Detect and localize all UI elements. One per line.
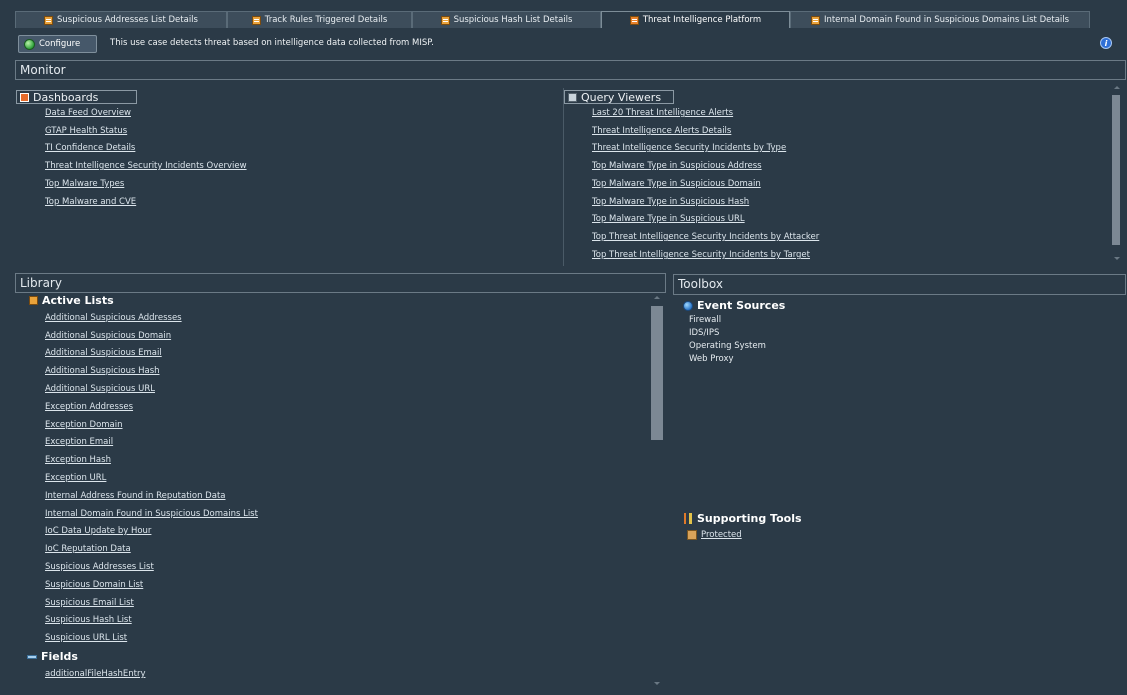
- query-viewer-link[interactable]: Last 20 Threat Intelligence Alerts: [592, 108, 733, 118]
- list-icon: [44, 15, 54, 25]
- query-viewers-header: Query Viewers: [564, 90, 674, 104]
- event-source-item: Operating System: [689, 341, 766, 351]
- dashboard-link[interactable]: Data Feed Overview: [45, 108, 131, 118]
- monitor-scrollbar-thumb[interactable]: [1112, 95, 1120, 245]
- event-source-item: IDS/IPS: [689, 328, 720, 338]
- list-icon: [251, 15, 261, 25]
- toolbox-panel-header: Toolbox: [673, 274, 1126, 295]
- active-list-link[interactable]: Internal Address Found in Reputation Dat…: [45, 491, 225, 501]
- active-list-link[interactable]: Additional Suspicious Email: [45, 348, 162, 358]
- active-list-link[interactable]: Exception Email: [45, 437, 113, 447]
- event-source-item: Web Proxy: [689, 354, 734, 364]
- scroll-down-arrow[interactable]: [1114, 257, 1120, 260]
- scroll-up-arrow[interactable]: [1114, 86, 1120, 89]
- active-list-link[interactable]: Suspicious Addresses List: [45, 562, 154, 572]
- query-viewer-link[interactable]: Top Malware Type in Suspicious URL: [592, 214, 745, 224]
- tab-suspicious-hash-list-details[interactable]: Suspicious Hash List Details: [412, 11, 601, 28]
- scroll-down-arrow[interactable]: [654, 682, 660, 685]
- dashboard-icon: [20, 92, 29, 102]
- use-case-description: This use case detects threat based on in…: [110, 38, 434, 48]
- supporting-tools-icon: [683, 513, 693, 524]
- dashboard-link[interactable]: Top Malware and CVE: [45, 197, 136, 207]
- tab-internal-domain-found-details[interactable]: Internal Domain Found in Suspicious Doma…: [790, 11, 1090, 28]
- library-scrollbar-thumb[interactable]: [651, 306, 663, 440]
- monitor-divider: [563, 88, 564, 266]
- list-icon: [629, 15, 639, 25]
- active-list-link[interactable]: IoC Reputation Data: [45, 544, 131, 554]
- query-viewer-link[interactable]: Top Threat Intelligence Security Inciden…: [592, 250, 810, 260]
- query-viewer-link[interactable]: Top Malware Type in Suspicious Domain: [592, 179, 761, 189]
- query-viewer-link[interactable]: Threat Intelligence Security Incidents b…: [592, 143, 786, 153]
- event-sources-header: Event Sources: [683, 299, 785, 312]
- fields-header: Fields: [27, 650, 78, 663]
- active-list-link[interactable]: Suspicious Domain List: [45, 580, 143, 590]
- active-list-link[interactable]: Suspicious URL List: [45, 633, 127, 643]
- query-viewer-link[interactable]: Top Threat Intelligence Security Inciden…: [592, 232, 819, 242]
- dashboard-link[interactable]: GTAP Health Status: [45, 126, 127, 136]
- active-list-link[interactable]: Additional Suspicious Hash: [45, 366, 160, 376]
- tab-threat-intelligence-platform[interactable]: Threat Intelligence Platform: [601, 11, 790, 28]
- active-list-link[interactable]: Suspicious Hash List: [45, 615, 132, 625]
- event-source-item: Firewall: [689, 315, 722, 325]
- scroll-up-arrow[interactable]: [654, 296, 660, 299]
- active-lists-header: Active Lists: [29, 294, 114, 307]
- monitor-panel-header: Monitor: [15, 60, 1126, 80]
- active-list-link[interactable]: Internal Domain Found in Suspicious Doma…: [45, 509, 258, 519]
- supporting-tool-link[interactable]: Protected: [701, 530, 742, 540]
- library-panel-header: Library: [15, 273, 666, 293]
- configure-icon: [24, 38, 35, 50]
- active-list-link[interactable]: Exception Hash: [45, 455, 111, 465]
- dashboards-header: Dashboards: [16, 90, 137, 104]
- query-viewer-link[interactable]: Threat Intelligence Alerts Details: [592, 126, 731, 136]
- active-list-link[interactable]: IoC Data Update by Hour: [45, 526, 151, 536]
- active-list-link[interactable]: Exception Domain: [45, 420, 123, 430]
- active-list-link[interactable]: Additional Suspicious URL: [45, 384, 155, 394]
- event-sources-icon: [683, 300, 693, 311]
- tab-bar: Suspicious Addresses List Details Track …: [0, 0, 1127, 28]
- package-icon: [687, 530, 697, 540]
- dashboard-link[interactable]: Top Malware Types: [45, 179, 124, 189]
- toolbox-title: Toolbox: [678, 277, 723, 291]
- active-list-link[interactable]: Exception Addresses: [45, 402, 133, 412]
- dashboard-link[interactable]: Threat Intelligence Security Incidents O…: [45, 161, 247, 171]
- active-list-icon: [29, 296, 38, 305]
- field-link[interactable]: additionalFileHashEntry: [45, 669, 145, 679]
- supporting-tools-header: Supporting Tools: [683, 512, 802, 525]
- library-title: Library: [20, 276, 62, 290]
- tab-suspicious-addresses-list-details[interactable]: Suspicious Addresses List Details: [15, 11, 227, 28]
- help-icon[interactable]: i: [1100, 37, 1112, 49]
- active-list-link[interactable]: Suspicious Email List: [45, 598, 134, 608]
- monitor-title: Monitor: [20, 63, 66, 77]
- active-list-link[interactable]: Exception URL: [45, 473, 106, 483]
- active-list-link[interactable]: Additional Suspicious Domain: [45, 331, 171, 341]
- dashboard-link[interactable]: TI Confidence Details: [45, 143, 135, 153]
- active-list-link[interactable]: Additional Suspicious Addresses: [45, 313, 182, 323]
- fields-icon: [27, 654, 37, 659]
- query-viewer-link[interactable]: Top Malware Type in Suspicious Address: [592, 161, 762, 171]
- configure-button[interactable]: Configure: [18, 35, 97, 53]
- tab-track-rules-triggered-details[interactable]: Track Rules Triggered Details: [227, 11, 412, 28]
- query-viewer-link[interactable]: Top Malware Type in Suspicious Hash: [592, 197, 749, 207]
- query-viewer-icon: [568, 92, 577, 102]
- list-icon: [810, 15, 820, 25]
- list-icon: [440, 15, 450, 25]
